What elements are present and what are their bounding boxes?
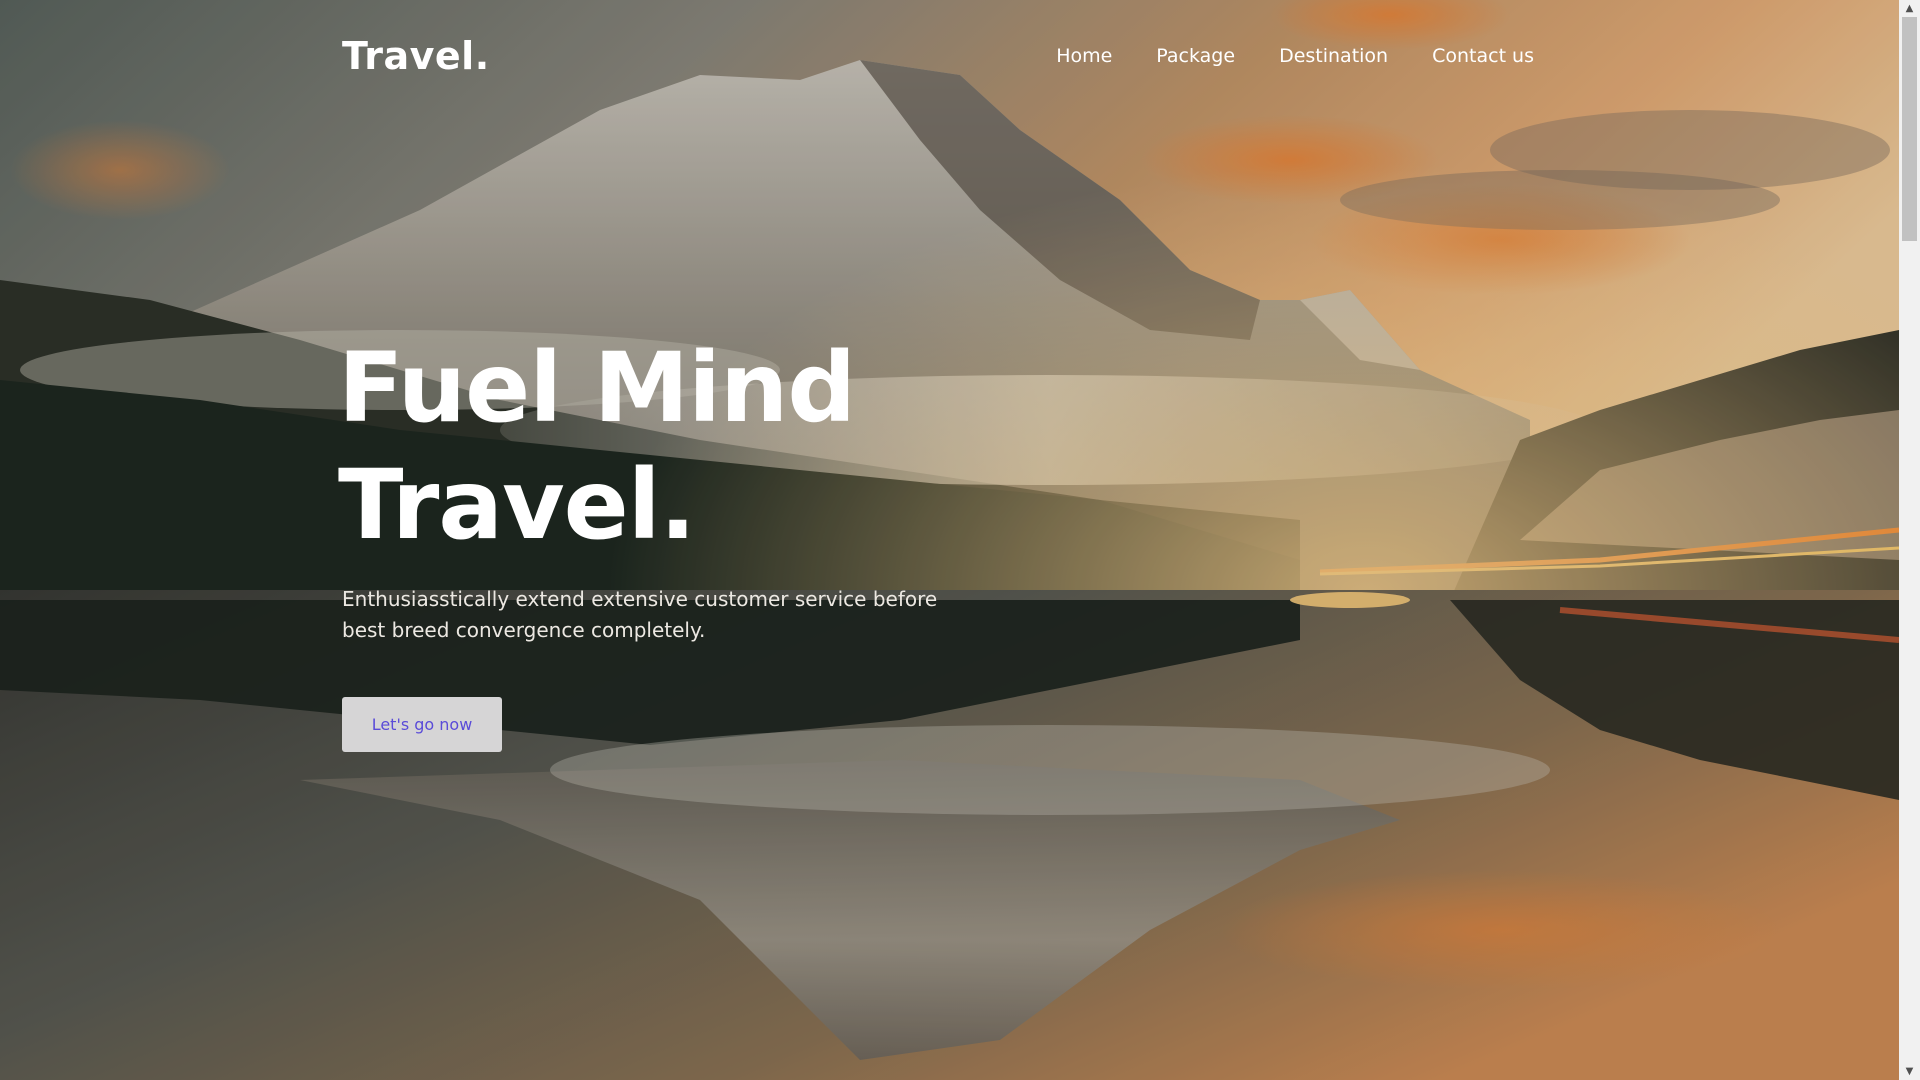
scrollbar-thumb[interactable] xyxy=(1902,17,1917,241)
nav-menu: Home Package Destination Contact us xyxy=(1056,45,1534,67)
hero-title-line-1: Fuel Mind xyxy=(338,332,856,444)
nav-link-package[interactable]: Package xyxy=(1156,45,1235,67)
cta-button[interactable]: Let's go now xyxy=(342,697,502,752)
hero-subtitle: Enthusiasstically extend extensive custo… xyxy=(342,587,938,642)
nav-link-destination[interactable]: Destination xyxy=(1279,45,1388,67)
hero-section: Travel. Home Package Destination Contact… xyxy=(0,0,1899,1080)
scroll-up-arrow-icon[interactable]: ▲ xyxy=(1899,0,1920,17)
navbar: Travel. Home Package Destination Contact… xyxy=(0,0,1899,115)
nav-link-contact-us[interactable]: Contact us xyxy=(1432,45,1534,67)
nav-link-home[interactable]: Home xyxy=(1056,45,1112,67)
hero-title-line-2: Travel. xyxy=(338,449,696,561)
site-logo[interactable]: Travel. xyxy=(342,34,490,78)
scroll-down-arrow-icon[interactable]: ▼ xyxy=(1899,1063,1920,1080)
hero-title: Fuel Mind Travel. xyxy=(338,330,856,564)
hero-background-image xyxy=(0,0,1899,1080)
vertical-scrollbar[interactable]: ▲ ▼ xyxy=(1899,0,1920,1080)
